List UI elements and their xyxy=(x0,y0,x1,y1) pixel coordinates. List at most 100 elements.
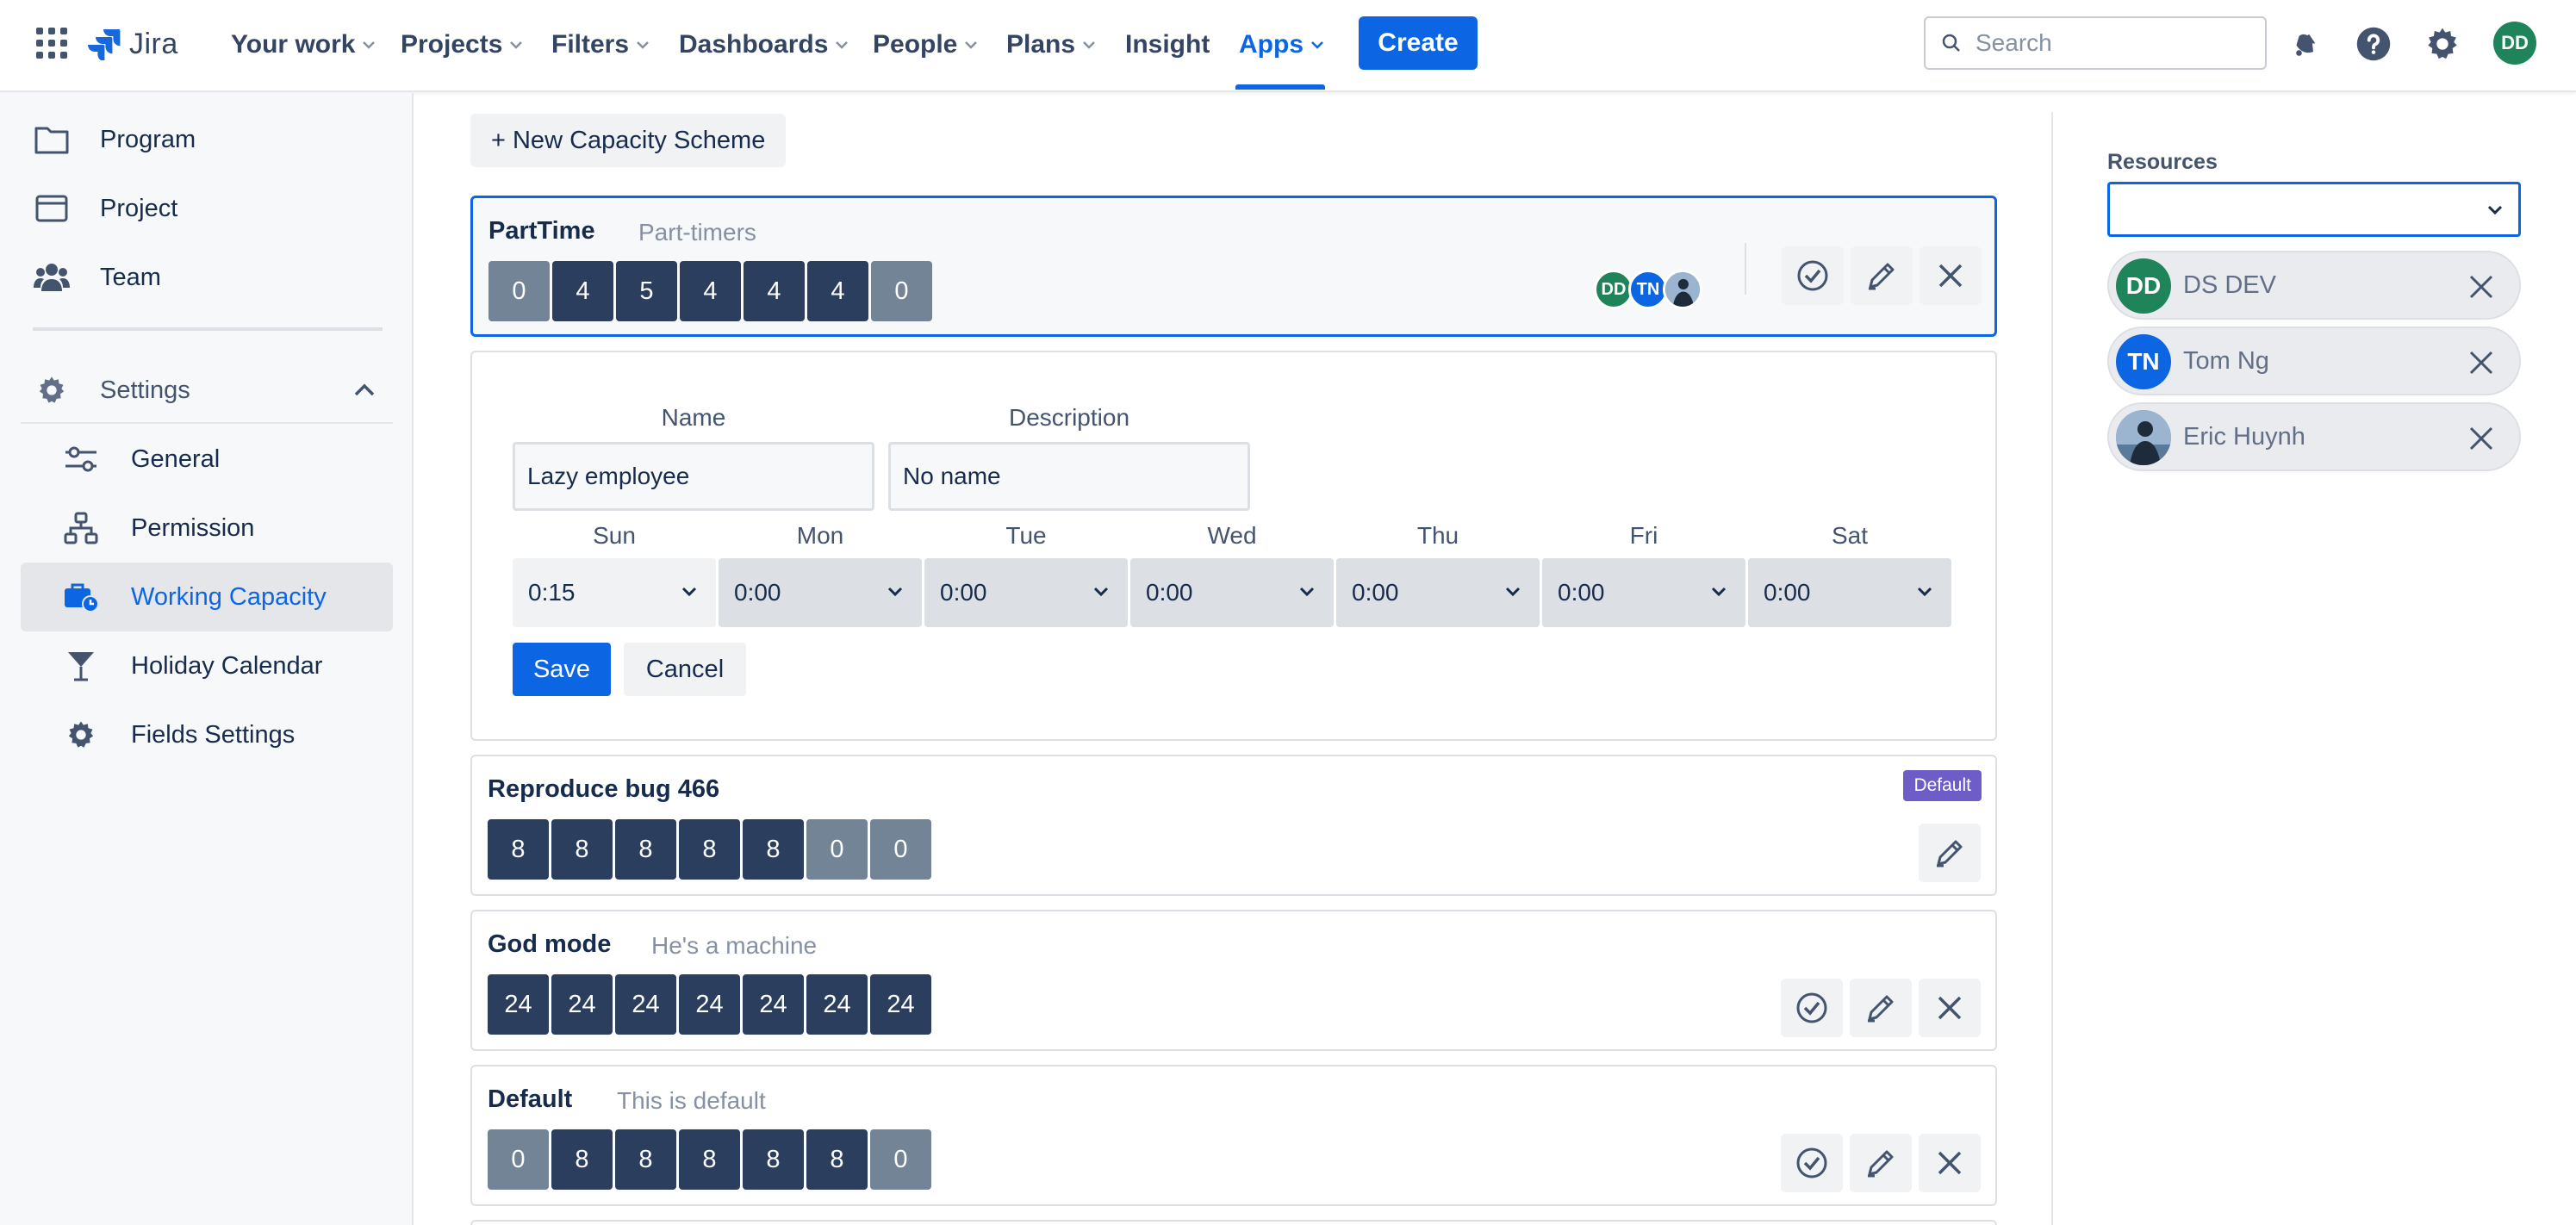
edit-button[interactable] xyxy=(1850,979,1912,1037)
scheme-card-partial[interactable] xyxy=(470,1220,1997,1225)
day-hours: 4 xyxy=(680,261,741,321)
select-value: 0:00 xyxy=(940,579,987,606)
sidebar: Program Project Team Settings General Pe… xyxy=(0,93,414,1225)
sidebar-item-general[interactable]: General xyxy=(21,425,393,494)
sidebar-item-label: Permission xyxy=(131,513,255,542)
chevron-down-icon xyxy=(1711,587,1727,597)
scheme-card-god-mode[interactable]: God mode He's a machine 24 24 24 24 24 2… xyxy=(470,910,1997,1051)
search-box[interactable] xyxy=(1924,16,2267,70)
day-label-mon: Mon xyxy=(796,522,844,549)
resources-select[interactable] xyxy=(2107,182,2521,237)
delete-button[interactable] xyxy=(1920,246,1982,305)
delete-button[interactable] xyxy=(1919,1134,1981,1192)
name-field[interactable] xyxy=(513,442,874,511)
close-icon xyxy=(1938,264,1963,288)
resource-chip: TN Tom Ng xyxy=(2107,326,2521,395)
sidebar-item-team[interactable]: Team xyxy=(21,243,393,312)
chevron-down-icon xyxy=(363,41,376,49)
delete-button[interactable] xyxy=(1919,979,1981,1037)
check-circle-icon xyxy=(1796,992,1827,1023)
nav-filters[interactable]: Filters xyxy=(551,0,650,90)
nav-plans[interactable]: Plans xyxy=(1006,0,1096,90)
apply-button[interactable] xyxy=(1782,246,1844,305)
nav-apps[interactable]: Apps xyxy=(1239,0,1324,90)
select-fri-hours[interactable]: 0:00 xyxy=(1542,558,1745,627)
close-icon xyxy=(1938,996,1962,1020)
chevron-down-icon xyxy=(1311,41,1323,49)
scheme-hours: 24 24 24 24 24 24 24 xyxy=(488,974,931,1035)
select-wed-hours[interactable]: 0:00 xyxy=(1130,558,1334,627)
sidebar-item-fields-settings[interactable]: Fields Settings xyxy=(21,700,393,769)
cancel-button[interactable]: Cancel xyxy=(624,643,746,696)
day-hours: 24 xyxy=(615,974,676,1035)
jira-logo[interactable]: Jira xyxy=(88,22,178,65)
nav-insight[interactable]: Insight xyxy=(1125,0,1210,90)
notifications-icon[interactable] xyxy=(2285,23,2326,65)
scheme-card-reproduce-bug[interactable]: Reproduce bug 466 Default 8 8 8 8 8 0 0 xyxy=(470,755,1997,896)
sidebar-item-label: Fields Settings xyxy=(131,720,296,749)
day-hours: 5 xyxy=(616,261,677,321)
cocktail-icon xyxy=(62,647,100,685)
bell-icon xyxy=(2296,34,2316,56)
sidebar-item-label: Program xyxy=(100,125,196,153)
select-mon-hours[interactable]: 0:00 xyxy=(719,558,922,627)
sidebar-item-program[interactable]: Program xyxy=(21,105,393,174)
chevron-up-icon[interactable] xyxy=(352,377,377,403)
chevron-down-icon xyxy=(1299,587,1315,597)
remove-icon[interactable] xyxy=(2466,271,2497,302)
settings-gear-icon[interactable] xyxy=(2422,23,2463,65)
default-badge: Default xyxy=(1903,770,1982,801)
day-hours: 8 xyxy=(551,819,613,880)
new-capacity-scheme-button[interactable]: + New Capacity Scheme xyxy=(470,114,787,167)
scheme-card-default[interactable]: Default This is default 0 8 8 8 8 8 0 xyxy=(470,1065,1997,1206)
sidebar-item-permission[interactable]: Permission xyxy=(21,494,393,563)
nav-projects[interactable]: Projects xyxy=(401,0,523,90)
apply-button[interactable] xyxy=(1781,979,1843,1037)
save-button[interactable]: Save xyxy=(513,643,611,696)
sidebar-item-label: Holiday Calendar xyxy=(131,651,323,680)
resource-name: Tom Ng xyxy=(2183,346,2269,375)
chevron-down-icon xyxy=(2487,205,2503,215)
briefcase-clock-icon xyxy=(62,578,100,616)
apply-button[interactable] xyxy=(1781,1134,1843,1192)
edit-button[interactable] xyxy=(1851,246,1913,305)
select-value: 0:00 xyxy=(1146,579,1193,606)
day-hours: 8 xyxy=(743,1129,804,1190)
sidebar-item-label: Working Capacity xyxy=(131,582,327,611)
app-switcher-icon[interactable] xyxy=(36,28,67,59)
user-avatar[interactable]: DD xyxy=(2493,22,2536,65)
pencil-icon xyxy=(1868,995,1894,1023)
sidebar-item-holiday-calendar[interactable]: Holiday Calendar xyxy=(21,631,393,700)
day-hours: 8 xyxy=(615,1129,676,1190)
sidebar-item-working-capacity[interactable]: Working Capacity xyxy=(21,563,393,631)
remove-icon[interactable] xyxy=(2466,347,2497,378)
create-button[interactable]: Create xyxy=(1359,16,1478,70)
edit-button[interactable] xyxy=(1850,1134,1912,1192)
scheme-card-parttime[interactable]: PartTime Part-timers 0 4 5 4 4 4 0 DD TN xyxy=(470,196,1997,337)
day-label-wed: Wed xyxy=(1207,522,1257,549)
board-icon xyxy=(33,190,71,227)
select-tue-hours[interactable]: 0:00 xyxy=(924,558,1128,627)
select-value: 0:00 xyxy=(1352,579,1399,606)
nav-label: Insight xyxy=(1125,30,1210,59)
active-nav-indicator xyxy=(1235,84,1325,90)
chevron-down-icon xyxy=(1083,41,1095,49)
day-hours: 8 xyxy=(679,819,740,880)
day-hours: 4 xyxy=(552,261,613,321)
sidebar-item-project[interactable]: Project xyxy=(21,174,393,243)
day-hours: 24 xyxy=(870,974,931,1035)
nav-dashboards[interactable]: Dashboards xyxy=(679,0,849,90)
nav-label: Projects xyxy=(401,30,503,59)
select-value: 0:00 xyxy=(1764,579,1811,606)
help-icon[interactable] xyxy=(2353,23,2394,65)
select-sat-hours[interactable]: 0:00 xyxy=(1748,558,1951,627)
search-input[interactable] xyxy=(1976,29,2251,57)
select-sun-hours[interactable]: 0:15 xyxy=(513,558,716,627)
nav-people[interactable]: People xyxy=(873,0,978,90)
edit-button[interactable] xyxy=(1919,824,1981,882)
nav-your-work[interactable]: Your work xyxy=(231,0,376,90)
description-field[interactable] xyxy=(888,442,1250,511)
remove-icon[interactable] xyxy=(2466,423,2497,454)
sidebar-settings-toggle[interactable]: Settings xyxy=(21,356,393,425)
select-thu-hours[interactable]: 0:00 xyxy=(1336,558,1540,627)
